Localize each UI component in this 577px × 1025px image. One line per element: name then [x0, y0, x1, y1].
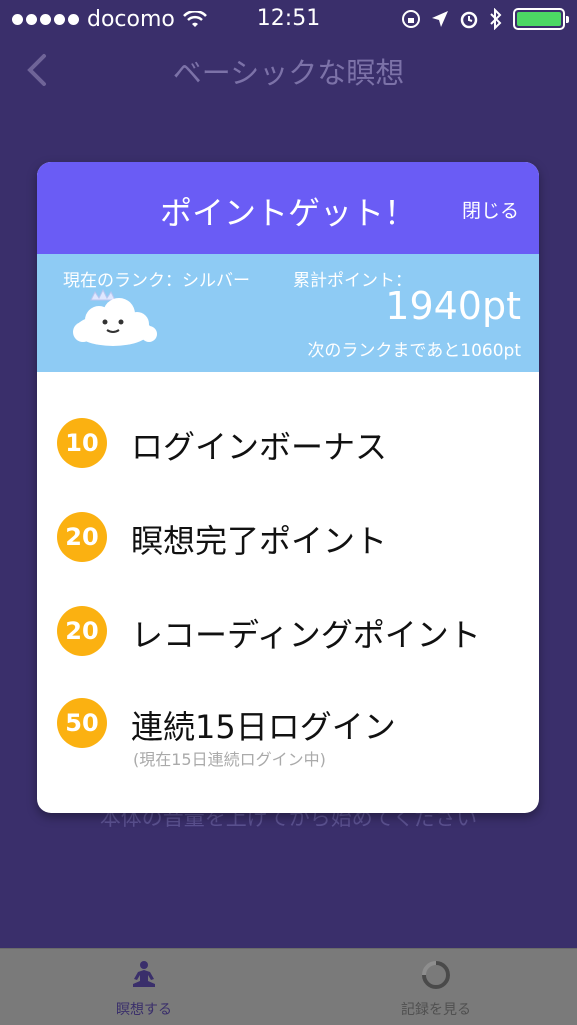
item-subtext: (現在15日連続ログイン中) — [133, 750, 326, 769]
nav-bar: ベーシックな瞑想 — [0, 40, 577, 100]
points-badge: 20 — [57, 512, 107, 562]
list-item: 20 瞑想完了ポイント — [37, 512, 539, 592]
alarm-icon — [460, 11, 478, 29]
points-badge: 20 — [57, 606, 107, 656]
tab-records-label: 記録を見る — [401, 1002, 471, 1018]
progress-ring-icon — [422, 961, 450, 989]
list-item: 10 ログインボーナス — [37, 418, 539, 498]
points-badge: 50 — [57, 698, 107, 748]
rank-panel: 現在のランク：シルバー 累計ポイント： 1940pt 次のランクまであと1060… — [37, 254, 539, 372]
next-rank-text: 次のランクまであと1060pt — [307, 341, 521, 361]
close-button[interactable]: 閉じる — [462, 196, 519, 223]
item-label: 連続15日ログイン — [131, 708, 396, 746]
status-bar: docomo 12:51 — [0, 0, 577, 40]
points-badge: 10 — [57, 418, 107, 468]
crowned-cloud-mascot-icon — [73, 288, 157, 346]
points-modal: ポイントゲット！ 閉じる 現在のランク：シルバー 累計ポイント： 1940pt … — [37, 162, 539, 813]
battery-icon — [513, 8, 569, 30]
meditate-icon — [133, 961, 155, 987]
tab-records[interactable]: 記録を見る — [366, 957, 506, 1019]
modal-header: ポイントゲット！ 閉じる — [37, 162, 539, 254]
list-item: 50 連続15日ログイン (現在15日連続ログイン中) — [37, 698, 539, 778]
item-label: ログインボーナス — [131, 428, 388, 466]
item-label: 瞑想完了ポイント — [131, 522, 388, 560]
status-right — [401, 8, 569, 30]
list-item: 20 レコーディングポイント — [37, 606, 539, 686]
tab-meditate[interactable]: 瞑想する — [74, 957, 214, 1019]
total-points-value: 1940pt — [385, 284, 521, 328]
bluetooth-icon — [490, 8, 502, 30]
item-label: レコーディングポイント — [131, 616, 481, 654]
tab-bar: 瞑想する 記録を見る — [0, 948, 577, 1025]
rotation-lock-icon — [402, 10, 420, 28]
location-arrow-icon — [432, 11, 448, 27]
page-title: ベーシックな瞑想 — [172, 56, 405, 90]
tab-meditate-label: 瞑想する — [116, 1002, 172, 1018]
